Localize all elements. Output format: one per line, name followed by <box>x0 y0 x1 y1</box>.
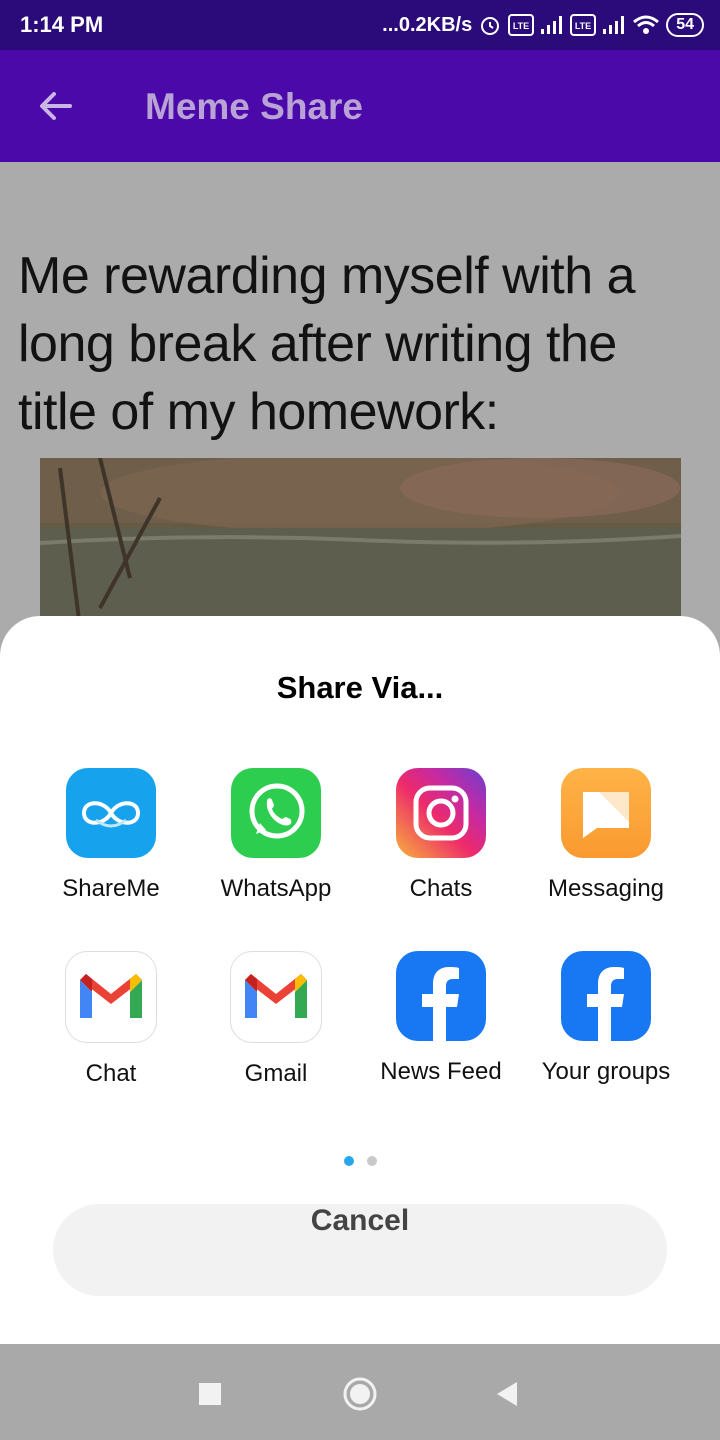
app-bar: Meme Share <box>0 50 720 162</box>
app-title: Meme Share <box>145 86 363 127</box>
share-target-chat[interactable]: Chat <box>31 951 191 1088</box>
meme-image <box>40 458 681 628</box>
arrow-back-icon[interactable] <box>36 86 76 126</box>
page-dot[interactable] <box>366 1156 377 1166</box>
signal-icon <box>541 16 563 34</box>
svg-text:LTE: LTE <box>513 21 529 31</box>
status-bar: 1:14 PM ...0.2KB/s LTE LTE 54 <box>0 0 720 50</box>
share-target-label: Chat <box>85 1060 137 1087</box>
facebook-icon <box>396 951 486 1041</box>
battery-icon: 54 <box>666 13 704 37</box>
instagram-icon <box>396 768 486 858</box>
share-sheet-title: Share Via... <box>276 670 444 705</box>
share-target-shareme[interactable]: ShareMe <box>31 768 191 903</box>
share-target-label: ShareMe <box>62 875 160 902</box>
recents-icon[interactable] <box>190 1374 230 1414</box>
back-icon[interactable] <box>488 1374 528 1414</box>
status-time: 1:14 PM <box>20 12 104 37</box>
cancel-button[interactable]: Cancel <box>53 1204 667 1296</box>
gmail-icon <box>230 951 322 1043</box>
meme-caption: Me rewarding myself with a long break af… <box>18 247 636 441</box>
page-dot-active[interactable] <box>343 1156 354 1166</box>
share-target-instagram-chats[interactable]: Chats <box>361 768 521 903</box>
share-target-news-feed[interactable]: News Feed <box>361 951 521 1086</box>
svg-text:LTE: LTE <box>575 21 591 31</box>
share-target-label: WhatsApp <box>220 875 332 902</box>
share-target-gmail[interactable]: Gmail <box>196 951 356 1088</box>
share-target-label: News Feed <box>380 1058 502 1085</box>
share-sheet: Share Via... ShareMe WhatsApp Chats Mess… <box>0 616 720 1344</box>
volte-icon: LTE <box>570 14 597 36</box>
wifi-icon <box>633 15 660 34</box>
shareme-icon <box>66 768 156 858</box>
status-icons: ...0.2KB/s LTE LTE 54 <box>382 10 704 40</box>
network-speed: ...0.2KB/s <box>382 13 473 36</box>
share-target-label: Chats <box>409 875 473 902</box>
facebook-icon <box>561 951 651 1041</box>
page-indicator <box>0 1156 720 1166</box>
share-target-your-groups[interactable]: Your groups <box>526 951 686 1086</box>
share-target-messaging[interactable]: Messaging <box>526 768 686 903</box>
whatsapp-icon <box>231 768 321 858</box>
messaging-icon <box>561 768 651 858</box>
battery-level: 54 <box>676 16 694 33</box>
alarm-icon <box>481 17 500 35</box>
gmail-icon <box>65 951 157 1043</box>
system-nav-bar <box>0 1344 720 1440</box>
share-target-label: Your groups <box>541 1058 671 1085</box>
volte-icon: LTE <box>508 14 535 36</box>
share-target-whatsapp[interactable]: WhatsApp <box>196 768 356 903</box>
share-target-label: Messaging <box>547 875 665 902</box>
share-target-label: Gmail <box>244 1060 308 1087</box>
home-icon[interactable] <box>340 1374 380 1414</box>
signal-icon <box>603 16 625 34</box>
